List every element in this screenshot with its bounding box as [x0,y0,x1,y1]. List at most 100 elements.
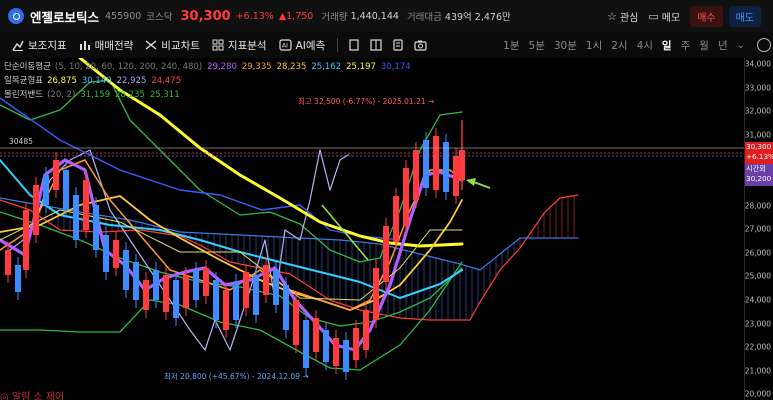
after-hours-price: 30,200 [746,174,772,183]
market-name: 코스닥 [146,12,173,23]
memo-label: 메모 [661,12,681,24]
candle-body [153,270,159,300]
period-selector: 1분 5분 30분 1시 2시 4시 일 주 월 년 ⌄ [503,32,773,58]
shuffle-icon [145,40,157,50]
change-percent: +6.13% [235,10,274,22]
reference-price-label: 30485 [9,137,33,146]
chart-toolbar: 보조지표 매매전략 비교차트 지표분석 AI AI예측 1분 5분 30분 1시 2시 4… [0,32,773,58]
drawing-button[interactable]: 지표분석 [212,38,267,53]
settings-icon[interactable] [392,39,404,51]
candle-body [433,136,439,190]
strategy-button[interactable]: 매매전략 [79,38,134,53]
sell-button[interactable]: 매도 [728,5,761,27]
price-tick-label: 33,000 [744,83,771,93]
price-tick-label: 22,000 [744,342,771,352]
candle-body [123,250,129,290]
candle-body [233,282,239,320]
price-tick-label: 32,000 [744,106,771,116]
svg-text:AI: AI [282,43,288,50]
candle-body [73,195,79,240]
candle-body [163,275,169,312]
bars-icon [79,41,90,50]
price-tick-label: 28,000 [744,201,771,211]
candle-body [113,240,119,268]
memo-button[interactable]: ▭ 메모 [648,9,680,24]
candle-body [453,156,459,196]
candle-body [293,300,299,345]
layout-icon[interactable] [370,39,382,51]
candle-body [173,280,179,318]
candle-body [63,170,69,210]
candle-body [313,318,319,352]
candle-type-icon[interactable] [348,39,360,51]
stock-code: 455900 [105,10,142,22]
gear-icon[interactable] [757,38,771,52]
candle-body [33,185,39,235]
price-tick-label: 20,000 [744,389,771,399]
price-tick-label: 24,000 [744,295,771,305]
change-amount: ▲1,750 [278,10,314,22]
current-price-tag-value: 30,300 [746,142,772,151]
indicators-button[interactable]: 보조지표 [12,38,67,53]
chevron-down-icon[interactable]: ⌄ [737,40,745,51]
ai-button[interactable]: AI AI예측 [278,38,326,53]
candle-body [323,330,329,362]
stock-name[interactable]: 엔젤로보틱스 [30,7,99,26]
search-icon[interactable] [8,8,24,24]
candle-body [43,175,49,205]
after-hours-tag: 시간외 30,200 [745,164,773,186]
memo-icon: ▭ [648,9,659,23]
period-tab[interactable]: 일 [662,38,672,53]
period-tab[interactable]: 2시 [611,38,627,53]
candle-body [413,150,419,200]
amount-value: 439억 2,476만 [444,12,511,23]
latest-candle-body [459,150,465,180]
amount-label: 거래대금 [406,12,442,23]
watch-button[interactable]: ☆ 관심 [607,9,638,24]
period-tab[interactable]: 30분 [554,38,577,53]
price-axis[interactable]: 34,00033,00032,00031,00029,00028,00027,0… [744,58,773,400]
period-tab[interactable]: 월 [699,38,709,53]
price-tick-label: 34,000 [744,59,771,69]
candle-body [343,340,349,372]
buy-button[interactable]: 매수 [690,5,723,27]
period-tab[interactable]: 4시 [637,38,653,53]
price-tick-label: 26,000 [744,248,771,258]
period-tab[interactable]: 5분 [529,38,545,53]
volume-value: 1,440,144 [350,10,399,22]
period-tab[interactable]: 주 [681,38,691,53]
current-price-tag: 30,300 +6.13% [745,142,773,164]
grid-icon [212,39,224,51]
candle-body [203,268,209,296]
compare-button[interactable]: 비교차트 [145,38,200,53]
candle-body [273,270,279,305]
price-tick-label: 27,000 [744,224,771,234]
ai-chip-icon: AI [278,39,292,51]
price-tick-label: 25,000 [744,271,771,281]
camera-icon[interactable] [414,39,427,51]
watch-label: 관심 [619,12,639,24]
period-tab[interactable]: 1시 [586,38,602,53]
candle-body [23,210,29,270]
pointer-arrowhead [466,178,476,186]
candle-body [373,268,379,320]
strategy-label: 매매전략 [94,39,134,52]
current-price: 30,300 [180,8,231,24]
candle-body [183,275,189,308]
candle-body [353,328,359,360]
candle-body [423,140,429,188]
candle-body [193,270,199,300]
drawing-label: 지표분석 [227,39,267,52]
candle-body [363,310,369,350]
price-chart[interactable] [0,58,773,400]
period-tab[interactable]: 1분 [503,38,519,53]
candle-body [223,290,229,330]
ai-label: AI예측 [295,39,326,52]
candle-body [263,265,269,295]
period-tab[interactable]: 년 [718,38,728,53]
high-price-annotation: 최고 32,500 (-6.77%) - 2025.01.21 → [298,97,435,106]
candle-body [53,160,59,190]
compare-label: 비교차트 [161,39,200,52]
star-icon: ☆ [607,9,617,23]
candle-body [243,272,249,308]
